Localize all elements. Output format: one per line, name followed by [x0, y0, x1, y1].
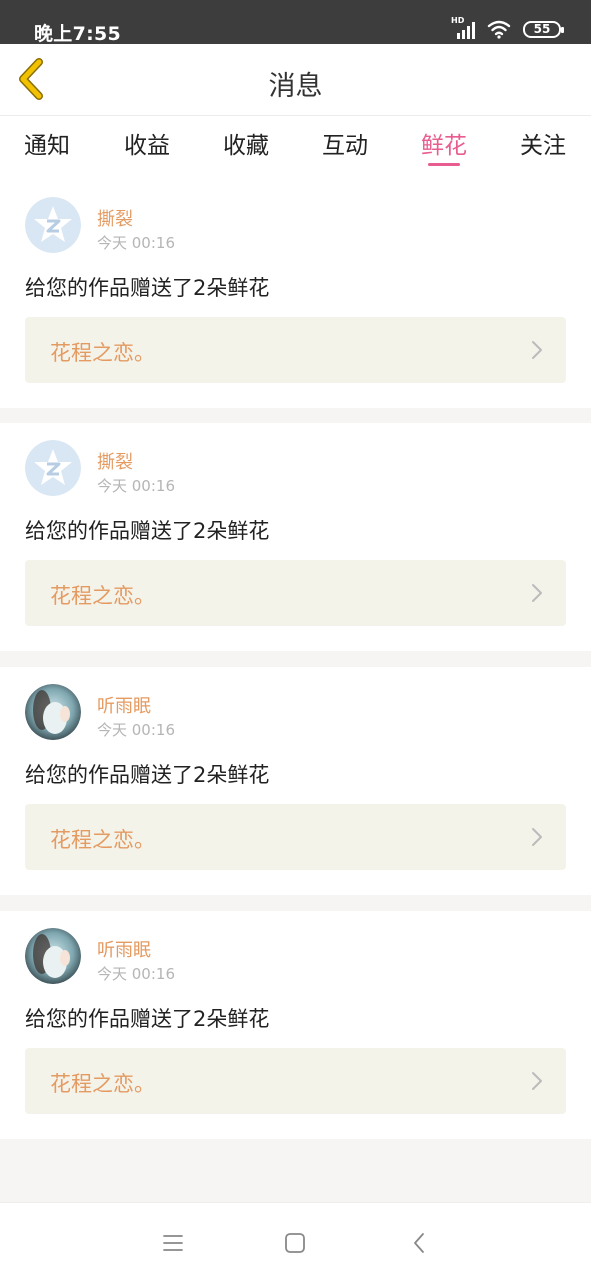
message-card: 撕裂 今天 00:16 给您的作品赠送了2朵鲜花 花程之恋。: [0, 423, 591, 651]
page-title: 消息: [268, 71, 323, 102]
chevron-right-icon: [532, 341, 542, 359]
home-square-icon[interactable]: [283, 1231, 307, 1255]
chevron-right-icon: [532, 828, 542, 846]
system-nav-bar: [0, 1202, 591, 1280]
hd-label: HD: [451, 16, 465, 25]
signal-icon: HD: [451, 16, 475, 39]
default-avatar-icon[interactable]: [25, 440, 81, 496]
message-time: 今天 00:16: [97, 965, 175, 983]
user-photo-avatar[interactable]: [25, 684, 81, 740]
message-time: 今天 00:16: [97, 234, 175, 252]
work-link[interactable]: 花程之恋。: [25, 317, 566, 383]
message-time: 今天 00:16: [97, 477, 175, 495]
status-icons: HD 55: [451, 16, 564, 40]
default-avatar-icon[interactable]: [25, 197, 81, 253]
active-tab-indicator: [428, 163, 460, 166]
menu-icon[interactable]: [161, 1231, 185, 1255]
chevron-right-icon: [532, 1072, 542, 1090]
message-text: 给您的作品赠送了2朵鲜花: [25, 519, 270, 543]
battery-level: 55: [533, 22, 551, 36]
chevron-right-icon: [532, 584, 542, 602]
back-triangle-icon[interactable]: [408, 1231, 432, 1255]
header: 消息: [0, 44, 591, 116]
work-title: 花程之恋。: [50, 341, 155, 365]
message-card: 听雨眠 今天 00:16 给您的作品赠送了2朵鲜花 花程之恋。: [0, 911, 591, 1139]
battery-icon: 55: [523, 20, 564, 38]
wifi-icon: [487, 20, 511, 39]
work-title: 花程之恋。: [50, 1072, 155, 1096]
message-time: 今天 00:16: [97, 721, 175, 739]
tab-follows[interactable]: 关注: [508, 126, 578, 160]
status-bar: 晚上7:55 HD 55: [0, 0, 591, 45]
tab-earnings[interactable]: 收益: [112, 126, 182, 160]
message-card: 撕裂 今天 00:16 给您的作品赠送了2朵鲜花 花程之恋。: [0, 180, 591, 408]
work-title: 花程之恋。: [50, 584, 155, 608]
tab-interactions[interactable]: 互动: [310, 126, 380, 160]
tab-bar: 通知 收益 收藏 互动 鲜花 关注: [0, 116, 591, 180]
work-link[interactable]: 花程之恋。: [25, 1048, 566, 1114]
work-title: 花程之恋。: [50, 828, 155, 852]
work-link[interactable]: 花程之恋。: [25, 560, 566, 626]
user-name[interactable]: 撕裂: [97, 205, 133, 231]
tab-notifications[interactable]: 通知: [12, 126, 82, 160]
user-name[interactable]: 听雨眠: [97, 692, 151, 718]
user-name[interactable]: 撕裂: [97, 448, 133, 474]
user-photo-avatar[interactable]: [25, 928, 81, 984]
message-card: 听雨眠 今天 00:16 给您的作品赠送了2朵鲜花 花程之恋。: [0, 667, 591, 895]
user-name[interactable]: 听雨眠: [97, 936, 151, 962]
work-link[interactable]: 花程之恋。: [25, 804, 566, 870]
tab-favorites[interactable]: 收藏: [211, 126, 281, 160]
message-text: 给您的作品赠送了2朵鲜花: [25, 276, 270, 300]
status-time: 晚上7:55: [34, 23, 122, 45]
message-text: 给您的作品赠送了2朵鲜花: [25, 763, 270, 787]
tab-flowers[interactable]: 鲜花: [409, 126, 479, 160]
message-text: 给您的作品赠送了2朵鲜花: [25, 1007, 270, 1031]
